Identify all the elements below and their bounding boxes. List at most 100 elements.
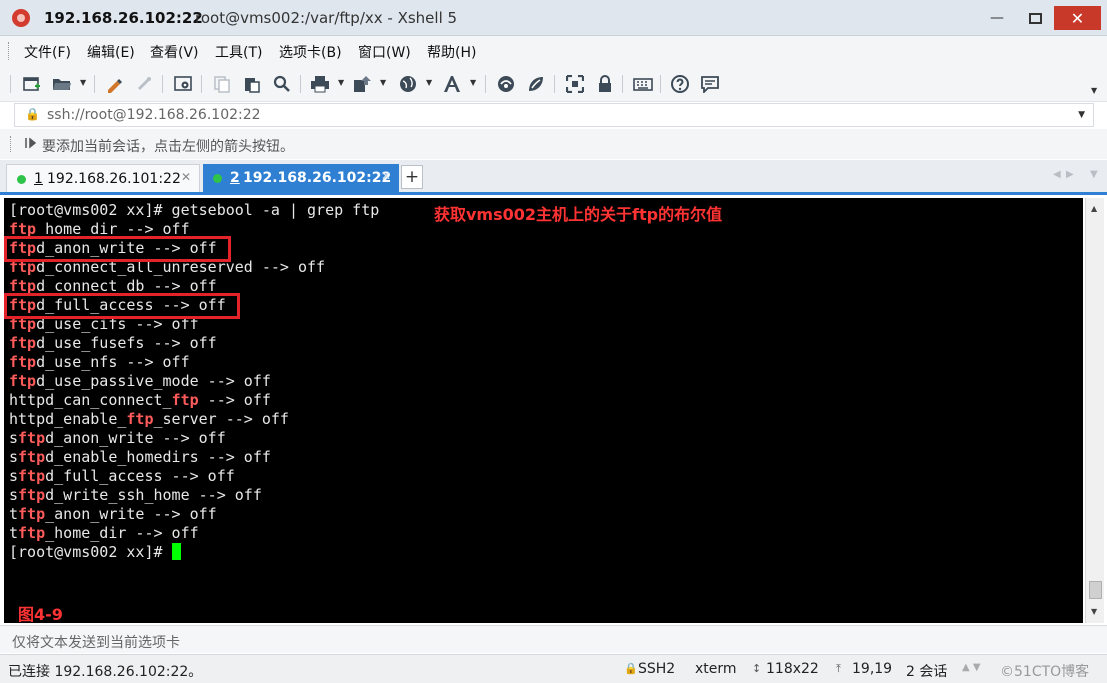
highlighted-match: ftp (18, 467, 46, 485)
menu-grip (8, 42, 11, 60)
tab-close-icon[interactable]: ✕ (181, 170, 191, 184)
menu-tabs[interactable]: 选项卡(B) (279, 42, 342, 62)
terminal-text: --> off (198, 391, 271, 409)
new-session-icon[interactable] (22, 74, 42, 94)
terminal-output[interactable]: [root@vms002 xx]# tftp_home_dir --> off t… (4, 198, 1083, 623)
status-bar: 已连接 192.168.26.102:22。 🔒 SSH2 xterm ↕ 11… (0, 654, 1107, 683)
disconnect-icon[interactable] (134, 74, 154, 94)
compose-input[interactable]: 仅将文本发送到当前选项卡 (12, 632, 180, 652)
terminal-text: httpd_can_connect_ (9, 391, 172, 409)
terminal-type: xterm (695, 661, 737, 677)
scroll-down-icon[interactable]: ▼ (1091, 607, 1097, 616)
maximize-button[interactable] (1024, 6, 1046, 30)
transfer-icon[interactable] (352, 74, 372, 94)
print-icon[interactable] (310, 74, 330, 94)
tab-session-2[interactable]: 2 192.168.26.102:22 ✕ (203, 164, 399, 192)
terminal-text: d_use_passive_mode --> off (36, 372, 271, 390)
address-dropdown-icon[interactable]: ▼ (1078, 110, 1085, 120)
terminal-line: sftpd_anon_write --> off (9, 429, 226, 448)
highlighted-match: ftp (18, 429, 46, 447)
xmanager-icon[interactable] (526, 74, 546, 94)
xftp-icon[interactable] (496, 74, 516, 94)
terminal-line: tftp_anon_write --> off (9, 505, 217, 524)
resize-icon: ↕ (752, 662, 762, 675)
tab-label: 192.168.26.101:22 (47, 171, 181, 187)
minimize-button[interactable]: — (986, 6, 1008, 30)
menu-edit[interactable]: 编辑(E) (87, 42, 135, 62)
address-input[interactable]: ssh://root@192.168.26.102:22 (47, 107, 261, 123)
menu-view[interactable]: 查看(V) (150, 42, 199, 62)
tab-scroll-right-icon[interactable]: ▶ (1066, 169, 1074, 180)
session-hint-text: 要添加当前会话，点击左侧的箭头按钮。 (42, 139, 294, 155)
close-button[interactable]: ✕ (1054, 6, 1101, 30)
terminal-scrollbar[interactable]: ▲ ▼ (1085, 198, 1104, 623)
session-hint-bar: 要添加当前会话，点击左侧的箭头按钮。 (0, 129, 1107, 159)
xshell-logo-icon (12, 9, 30, 27)
highlighted-match: ftp (9, 372, 37, 390)
connected-status-icon (213, 174, 222, 183)
window-title: root@vms002:/var/ftp/xx - Xshell 5 (195, 9, 458, 27)
terminal-text: s (9, 486, 19, 504)
lock-icon: 🔒 (25, 107, 40, 121)
lock-icon[interactable] (595, 74, 615, 94)
tab-scroll-left-icon[interactable]: ◀ (1053, 169, 1061, 180)
terminal-line: [root@vms002 xx]# (9, 543, 181, 562)
settings-icon[interactable] (173, 74, 193, 94)
terminal-line: ftpd_use_fusefs --> off (9, 334, 217, 353)
menu-file[interactable]: 文件(F) (24, 42, 71, 62)
highlighted-match: ftp (171, 391, 199, 409)
tab-list-icon[interactable]: ▼ (1090, 169, 1098, 180)
compose-bar[interactable]: 仅将文本发送到当前选项卡 (0, 625, 1107, 653)
terminal-text: d_use_fusefs --> off (36, 334, 217, 352)
fullscreen-icon[interactable] (565, 74, 585, 94)
paste-icon[interactable] (242, 74, 262, 94)
highlighted-match: ftp (18, 505, 46, 523)
close-icon: ✕ (1070, 8, 1085, 28)
chat-icon[interactable] (700, 74, 720, 94)
tab-session-1[interactable]: 1 192.168.26.101:22 ✕ (6, 164, 200, 192)
tab-number: 1 (34, 171, 43, 187)
terminal-text: s (9, 448, 19, 466)
address-bar[interactable]: 🔒 ssh://root@192.168.26.102:22 ▼ (14, 103, 1094, 127)
open-folder-icon[interactable] (52, 74, 72, 94)
keyboard-icon[interactable] (633, 74, 653, 94)
scroll-up-icon[interactable]: ▲ (1091, 204, 1097, 213)
terminal-line: ftpd_use_nfs --> off (9, 353, 190, 372)
nav-arrows-icon[interactable]: ▲ ▼ (962, 662, 981, 673)
menu-window[interactable]: 窗口(W) (358, 42, 411, 62)
annotation-text: 获取vms002主机上的关于ftp的布尔值 (434, 205, 723, 224)
terminal-text: [root@vms002 xx]# getsebool -a | grep ft… (9, 201, 380, 219)
help-icon[interactable] (670, 74, 690, 94)
menu-help[interactable]: 帮助(H) (427, 42, 476, 62)
terminal-line: tftp_home_dir --> off (9, 524, 199, 543)
terminal-text: _server --> off (153, 410, 289, 428)
globe-icon[interactable] (398, 74, 418, 94)
scroll-thumb[interactable] (1089, 581, 1102, 599)
terminal-text: _anon_write --> off (45, 505, 217, 523)
terminal-line: ftpd_use_passive_mode --> off (9, 372, 271, 391)
tab-close-icon[interactable]: ✕ (381, 169, 391, 183)
copy-icon[interactable] (212, 74, 232, 94)
tab-number: 2 (230, 170, 240, 186)
session-count: 2 会话 (906, 664, 948, 680)
tab-label: 192.168.26.102:22 (243, 170, 392, 186)
title-bar: 192.168.26.102:22 root@vms002:/var/ftp/x… (0, 0, 1107, 36)
tab-bar: 1 192.168.26.101:22 ✕ 2 192.168.26.102:2… (0, 160, 1107, 195)
add-tab-button[interactable]: + (401, 165, 423, 189)
highlighted-match: ftp (18, 448, 46, 466)
cursor-position-icon: ⤒ (836, 662, 841, 675)
terminal-text: d_write_ssh_home --> off (45, 486, 262, 504)
find-icon[interactable] (272, 74, 292, 94)
highlighted-match: ftp (9, 353, 37, 371)
terminal-text: s (9, 429, 19, 447)
toolbar: ▼ ▼ ▼ ▼ ▼ ▼ (0, 66, 1107, 102)
menu-tools[interactable]: 工具(T) (215, 42, 262, 62)
font-icon[interactable] (442, 74, 462, 94)
properties-icon[interactable] (104, 74, 124, 94)
cursor-position: 19,19 (852, 661, 893, 677)
connected-status-icon (17, 175, 26, 184)
highlight-box-anon-write (4, 236, 231, 262)
arrow-icon[interactable] (24, 136, 37, 153)
highlighted-match: ftp (18, 486, 46, 504)
terminal-text: d_use_nfs --> off (36, 353, 190, 371)
